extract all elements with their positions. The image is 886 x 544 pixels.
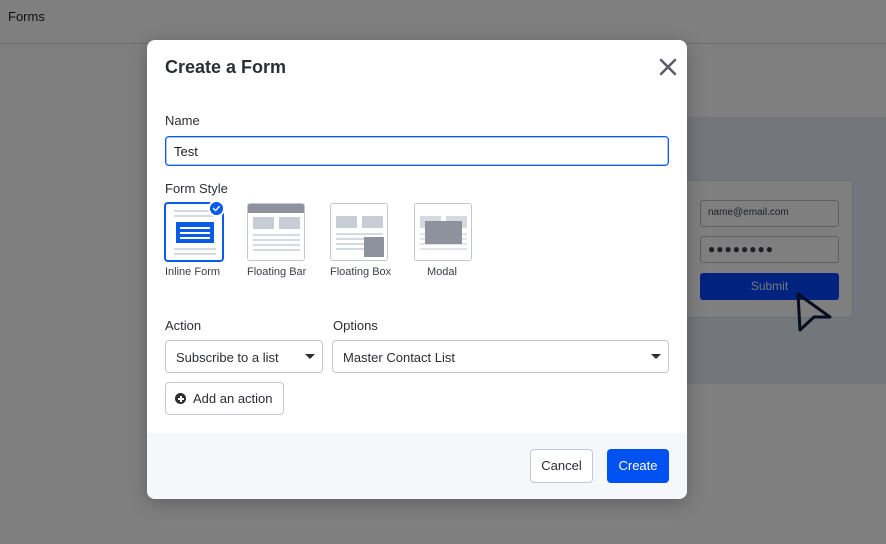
cancel-button[interactable]: Cancel xyxy=(530,449,593,483)
form-style-label: Form Style xyxy=(165,181,228,196)
checkmark-icon xyxy=(208,200,225,217)
dialog-title: Create a Form xyxy=(165,57,287,77)
action-label: Action xyxy=(165,318,202,333)
action-select[interactable]: Subscribe to a list xyxy=(165,340,323,373)
options-select[interactable]: Master Contact List xyxy=(332,340,669,373)
style-option-label: Modal xyxy=(427,266,457,278)
add-action-label: Add an action xyxy=(193,391,273,406)
close-icon[interactable] xyxy=(657,56,679,78)
style-option-label: Floating Bar xyxy=(247,266,307,278)
action-select-value: Subscribe to a list xyxy=(176,350,279,365)
name-label: Name xyxy=(165,113,200,128)
style-option-modal[interactable]: Modal xyxy=(414,203,496,278)
style-option-floating-bar[interactable]: Floating Bar xyxy=(247,203,329,278)
options-label: Options xyxy=(333,318,378,333)
plus-circle-icon xyxy=(175,393,186,404)
add-action-button[interactable]: Add an action xyxy=(165,382,284,415)
floating-box-thumbnail xyxy=(330,203,388,261)
modal-thumbnail xyxy=(414,203,472,261)
style-option-floating-box[interactable]: Floating Box xyxy=(330,203,412,278)
dialog-footer: Cancel Create xyxy=(147,433,687,499)
style-option-label: Floating Box xyxy=(330,266,392,278)
style-option-inline-form[interactable]: Inline Form xyxy=(165,200,247,278)
name-field[interactable] xyxy=(165,136,669,166)
caret-down-icon xyxy=(305,354,315,359)
create-form-dialog: Create a Form Name Form Style Inline For… xyxy=(147,40,687,499)
floating-bar-thumbnail xyxy=(247,203,305,261)
create-button[interactable]: Create xyxy=(607,449,669,483)
caret-down-icon xyxy=(651,354,661,359)
options-select-value: Master Contact List xyxy=(343,350,455,365)
style-option-label: Inline Form xyxy=(165,266,221,278)
